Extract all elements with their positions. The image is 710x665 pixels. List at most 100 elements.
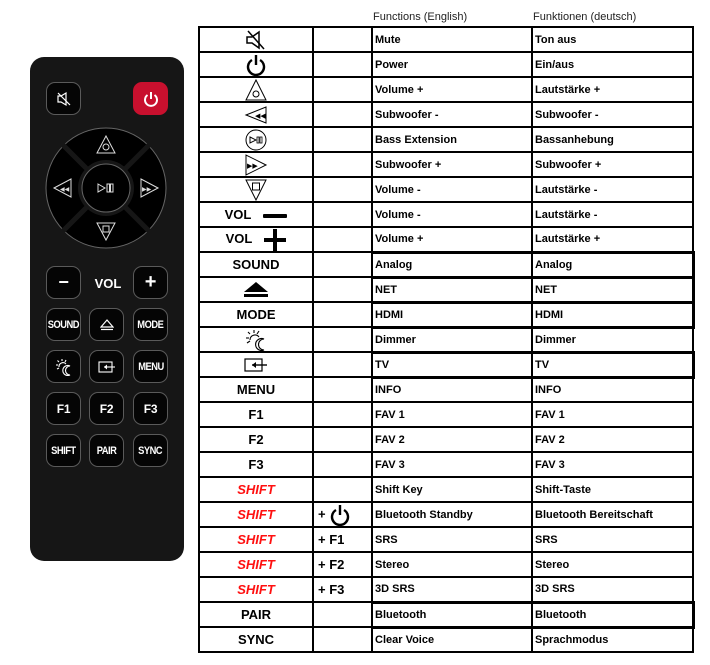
table-row: VOL Volume + Lautstärke + xyxy=(198,226,694,253)
remote-sound-button[interactable]: SOUND xyxy=(46,308,81,341)
table-row: F3 FAV 3 FAV 3 xyxy=(198,451,694,478)
remote-control: ◀◀ ▶▶ − VOL + SOUND MODE xyxy=(30,57,184,561)
key-cell xyxy=(198,276,314,303)
svg-text:▶▶: ▶▶ xyxy=(247,162,258,170)
modifier-cell xyxy=(312,301,373,328)
function-english: Bass Extension xyxy=(371,126,533,153)
modifier-cell xyxy=(312,426,373,453)
function-english: Power xyxy=(371,51,533,78)
remote-sync-button[interactable]: SYNC xyxy=(133,434,168,467)
modifier-cell xyxy=(312,201,373,228)
power-icon xyxy=(246,54,266,75)
key-label: PAIR xyxy=(240,607,272,622)
function-english: Volume + xyxy=(371,76,533,103)
table-row: F2 FAV 2 FAV 2 xyxy=(198,426,694,453)
remote-mode-button[interactable]: MODE xyxy=(133,308,168,341)
key-label: SHIFT xyxy=(237,532,275,547)
table-row: F1 FAV 1 FAV 1 xyxy=(198,401,694,428)
remote-eject-button[interactable] xyxy=(89,308,124,341)
remote-mute-button[interactable] xyxy=(46,82,81,115)
header-functions-english: Functions (English) xyxy=(373,11,468,23)
remote-power-button[interactable] xyxy=(133,82,168,115)
subwoofer-up-icon: ▶▶ xyxy=(245,154,268,175)
function-english: TV xyxy=(371,350,533,379)
key-cell: F3 xyxy=(198,451,314,478)
key-cell: SHIFT xyxy=(198,501,314,528)
minus-icon xyxy=(263,213,288,218)
header-functions-german: Funktionen (deutsch) xyxy=(533,11,637,23)
function-german: TV xyxy=(531,350,695,379)
key-cell: ◀◀ xyxy=(198,101,314,128)
modifier-cell xyxy=(312,326,373,353)
key-cell: SHIFT xyxy=(198,576,314,603)
modifier-cell xyxy=(312,601,373,628)
remote-menu-button[interactable]: MENU xyxy=(133,350,168,383)
function-german: Lautstärke - xyxy=(531,201,694,228)
function-english: Subwoofer + xyxy=(371,151,533,178)
function-english: FAV 2 xyxy=(371,426,533,453)
table-row: SHIFT + F1 SRS SRS xyxy=(198,526,694,553)
modifier-label: + F1 xyxy=(318,532,345,547)
key-label: SHIFT xyxy=(237,582,275,597)
input-icon xyxy=(244,358,267,372)
modifier-cell xyxy=(312,226,373,253)
table-row: MENU INFO INFO xyxy=(198,376,694,403)
remote-subwoofer-up-button[interactable] xyxy=(137,172,162,204)
table-row: Bass Extension Bassanhebung xyxy=(198,126,694,153)
remote-vol-minus-button[interactable]: − xyxy=(46,266,81,299)
modifier-cell: + F3 xyxy=(312,576,373,603)
function-german: NET xyxy=(531,275,695,304)
key-cell: MODE xyxy=(198,301,314,328)
function-english: SRS xyxy=(371,526,533,553)
modifier-cell: + xyxy=(312,501,373,528)
function-english: Subwoofer - xyxy=(371,101,533,128)
function-english: Shift Key xyxy=(371,476,533,503)
function-english: Volume - xyxy=(371,176,533,203)
key-label: VOL xyxy=(224,207,252,222)
key-cell xyxy=(198,51,314,78)
function-english: Clear Voice xyxy=(371,626,533,653)
remote-shift-button[interactable]: SHIFT xyxy=(46,434,81,467)
function-german: Lautstärke - xyxy=(531,176,694,203)
function-english: Bluetooth xyxy=(371,600,533,629)
function-english: FAV 3 xyxy=(371,451,533,478)
function-german: SRS xyxy=(531,526,694,553)
remote-dimmer-button[interactable] xyxy=(46,350,81,383)
key-cell xyxy=(198,76,314,103)
remote-f1-button[interactable]: F1 xyxy=(46,392,81,425)
function-german: 3D SRS xyxy=(531,576,694,603)
table-row: SOUND Analog Analog xyxy=(198,250,695,279)
key-cell xyxy=(198,326,314,353)
function-german: INFO xyxy=(531,376,694,403)
key-cell: SHIFT xyxy=(198,476,314,503)
remote-f3-button[interactable]: F3 xyxy=(133,392,168,425)
modifier-cell xyxy=(312,451,373,478)
table-row: Mute Ton aus xyxy=(198,26,694,53)
modifier-cell: + F1 xyxy=(312,526,373,553)
key-label: F1 xyxy=(248,407,264,422)
key-cell: VOL xyxy=(198,226,314,253)
modifier-cell xyxy=(312,126,373,153)
key-label: SOUND xyxy=(232,257,280,272)
key-cell: F1 xyxy=(198,401,314,428)
remote-f2-button[interactable]: F2 xyxy=(89,392,124,425)
dimmer-icon xyxy=(246,329,265,350)
function-german: Shift-Taste xyxy=(531,476,694,503)
function-english: Mute xyxy=(371,26,533,53)
remote-input-button[interactable] xyxy=(89,350,124,383)
key-cell xyxy=(198,176,314,203)
remote-volume-down-button[interactable] xyxy=(90,219,122,244)
remote-pair-button[interactable]: PAIR xyxy=(89,434,124,467)
table-row: SHIFT + Bluetooth Standby Bluetooth Bereits… xyxy=(198,501,694,528)
modifier-cell xyxy=(312,101,373,128)
remote-vol-plus-button[interactable]: + xyxy=(133,266,168,299)
remote-volume-up-button[interactable] xyxy=(90,132,122,157)
key-label: SHIFT xyxy=(237,557,275,572)
key-label: VOL xyxy=(225,230,253,246)
remote-subwoofer-down-button[interactable] xyxy=(50,172,75,204)
mute-icon xyxy=(246,30,265,49)
function-german: Bassanhebung xyxy=(531,126,694,153)
modifier-cell xyxy=(312,476,373,503)
input-icon xyxy=(97,360,115,373)
table-row: VOL Volume - Lautstärke - xyxy=(198,201,694,228)
